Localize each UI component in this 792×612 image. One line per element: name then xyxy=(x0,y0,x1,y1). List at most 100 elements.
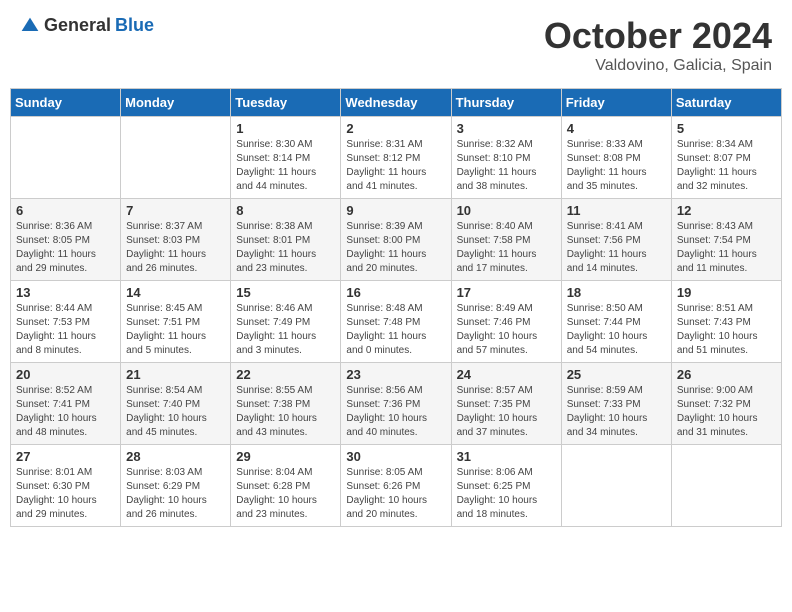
calendar-day-cell: 26 Sunrise: 9:00 AM Sunset: 7:32 PM Dayli… xyxy=(671,363,781,445)
weekday-header-friday: Friday xyxy=(561,89,671,117)
calendar-week-row: 13 Sunrise: 8:44 AM Sunset: 7:53 PM Dayli… xyxy=(11,281,782,363)
calendar-day-cell: 22Sunrise: 8:55 AM Sunset: 7:38 PM Dayli… xyxy=(231,363,341,445)
weekday-header-sunday: Sunday xyxy=(11,89,121,117)
day-number: 10 xyxy=(457,203,556,218)
day-info: Sunrise: 8:37 AM Sunset: 8:03 PM Dayligh… xyxy=(126,220,225,276)
calendar-week-row: 20 Sunrise: 8:52 AM Sunset: 7:41 PM Dayli… xyxy=(11,363,782,445)
calendar-day-cell: 24 Sunrise: 8:57 AM Sunset: 7:35 PM Dayli… xyxy=(451,363,561,445)
day-number: 28 xyxy=(126,449,225,464)
day-number: 7 xyxy=(126,203,225,218)
day-number: 15 xyxy=(236,285,335,300)
day-info: Sunrise: 8:56 AM Sunset: 7:36 PM Dayligh… xyxy=(346,384,445,440)
day-info: Sunrise: 8:06 AM Sunset: 6:25 PM Dayligh… xyxy=(457,466,556,522)
calendar-day-cell: 23Sunrise: 8:56 AM Sunset: 7:36 PM Dayli… xyxy=(341,363,451,445)
day-number: 25 xyxy=(567,367,666,382)
day-info: Sunrise: 9:00 AM Sunset: 7:32 PM Dayligh… xyxy=(677,384,776,440)
day-number: 14 xyxy=(126,285,225,300)
calendar-day-cell: 19 Sunrise: 8:51 AM Sunset: 7:43 PM Dayli… xyxy=(671,281,781,363)
calendar-week-row: 27Sunrise: 8:01 AM Sunset: 6:30 PM Dayli… xyxy=(11,445,782,527)
day-number: 11 xyxy=(567,203,666,218)
weekday-header-monday: Monday xyxy=(121,89,231,117)
weekday-header-tuesday: Tuesday xyxy=(231,89,341,117)
calendar-day-cell: 7 Sunrise: 8:37 AM Sunset: 8:03 PM Daylig… xyxy=(121,199,231,281)
day-number: 4 xyxy=(567,121,666,136)
day-number: 6 xyxy=(16,203,115,218)
calendar-day-cell: 3 Sunrise: 8:32 AM Sunset: 8:10 PM Daylig… xyxy=(451,117,561,199)
day-info: Sunrise: 8:03 AM Sunset: 6:29 PM Dayligh… xyxy=(126,466,225,522)
calendar-day-cell: 5 Sunrise: 8:34 AM Sunset: 8:07 PM Daylig… xyxy=(671,117,781,199)
calendar-day-cell xyxy=(561,445,671,527)
calendar-day-cell: 2Sunrise: 8:31 AM Sunset: 8:12 PM Daylig… xyxy=(341,117,451,199)
day-info: Sunrise: 8:38 AM Sunset: 8:01 PM Dayligh… xyxy=(236,220,335,276)
day-info: Sunrise: 8:04 AM Sunset: 6:28 PM Dayligh… xyxy=(236,466,335,522)
calendar-day-cell: 28 Sunrise: 8:03 AM Sunset: 6:29 PM Dayli… xyxy=(121,445,231,527)
day-info: Sunrise: 8:41 AM Sunset: 7:56 PM Dayligh… xyxy=(567,220,666,276)
calendar-location: Valdovino, Galicia, Spain xyxy=(544,57,772,75)
day-number: 30 xyxy=(346,449,445,464)
calendar-day-cell: 18Sunrise: 8:50 AM Sunset: 7:44 PM Dayli… xyxy=(561,281,671,363)
day-info: Sunrise: 8:43 AM Sunset: 7:54 PM Dayligh… xyxy=(677,220,776,276)
calendar-week-row: 6 Sunrise: 8:36 AM Sunset: 8:05 PM Daylig… xyxy=(11,199,782,281)
calendar-day-cell: 10 Sunrise: 8:40 AM Sunset: 7:58 PM Dayli… xyxy=(451,199,561,281)
calendar-week-row: 1 Sunrise: 8:30 AM Sunset: 8:14 PM Daylig… xyxy=(11,117,782,199)
calendar-day-cell: 13 Sunrise: 8:44 AM Sunset: 7:53 PM Dayli… xyxy=(11,281,121,363)
day-number: 21 xyxy=(126,367,225,382)
day-info: Sunrise: 8:57 AM Sunset: 7:35 PM Dayligh… xyxy=(457,384,556,440)
day-number: 24 xyxy=(457,367,556,382)
calendar-day-cell: 16Sunrise: 8:48 AM Sunset: 7:48 PM Dayli… xyxy=(341,281,451,363)
calendar-table: SundayMondayTuesdayWednesdayThursdayFrid… xyxy=(10,88,782,527)
logo-general: General xyxy=(44,15,111,36)
calendar-day-cell: 4 Sunrise: 8:33 AM Sunset: 8:08 PM Daylig… xyxy=(561,117,671,199)
day-number: 1 xyxy=(236,121,335,136)
day-number: 29 xyxy=(236,449,335,464)
day-info: Sunrise: 8:51 AM Sunset: 7:43 PM Dayligh… xyxy=(677,302,776,358)
weekday-header-thursday: Thursday xyxy=(451,89,561,117)
logo-icon xyxy=(20,16,40,36)
calendar-day-cell xyxy=(121,117,231,199)
day-info: Sunrise: 8:50 AM Sunset: 7:44 PM Dayligh… xyxy=(567,302,666,358)
calendar-day-cell: 20 Sunrise: 8:52 AM Sunset: 7:41 PM Dayli… xyxy=(11,363,121,445)
day-number: 22 xyxy=(236,367,335,382)
day-number: 2 xyxy=(346,121,445,136)
day-number: 20 xyxy=(16,367,115,382)
day-info: Sunrise: 8:30 AM Sunset: 8:14 PM Dayligh… xyxy=(236,138,335,194)
calendar-day-cell xyxy=(671,445,781,527)
day-number: 13 xyxy=(16,285,115,300)
calendar-day-cell xyxy=(11,117,121,199)
day-number: 8 xyxy=(236,203,335,218)
calendar-day-cell: 17Sunrise: 8:49 AM Sunset: 7:46 PM Dayli… xyxy=(451,281,561,363)
day-info: Sunrise: 8:36 AM Sunset: 8:05 PM Dayligh… xyxy=(16,220,115,276)
calendar-day-cell: 8 Sunrise: 8:38 AM Sunset: 8:01 PM Daylig… xyxy=(231,199,341,281)
day-number: 31 xyxy=(457,449,556,464)
day-info: Sunrise: 8:01 AM Sunset: 6:30 PM Dayligh… xyxy=(16,466,115,522)
day-info: Sunrise: 8:59 AM Sunset: 7:33 PM Dayligh… xyxy=(567,384,666,440)
day-number: 9 xyxy=(346,203,445,218)
calendar-day-cell: 21Sunrise: 8:54 AM Sunset: 7:40 PM Dayli… xyxy=(121,363,231,445)
calendar-day-cell: 31 Sunrise: 8:06 AM Sunset: 6:25 PM Dayli… xyxy=(451,445,561,527)
day-number: 5 xyxy=(677,121,776,136)
day-info: Sunrise: 8:45 AM Sunset: 7:51 PM Dayligh… xyxy=(126,302,225,358)
calendar-day-cell: 11 Sunrise: 8:41 AM Sunset: 7:56 PM Dayli… xyxy=(561,199,671,281)
calendar-day-cell: 9 Sunrise: 8:39 AM Sunset: 8:00 PM Daylig… xyxy=(341,199,451,281)
day-number: 12 xyxy=(677,203,776,218)
day-number: 19 xyxy=(677,285,776,300)
calendar-day-cell: 12 Sunrise: 8:43 AM Sunset: 7:54 PM Dayli… xyxy=(671,199,781,281)
logo: GeneralBlue xyxy=(20,15,154,36)
calendar-day-cell: 25 Sunrise: 8:59 AM Sunset: 7:33 PM Dayli… xyxy=(561,363,671,445)
calendar-day-cell: 1 Sunrise: 8:30 AM Sunset: 8:14 PM Daylig… xyxy=(231,117,341,199)
day-number: 26 xyxy=(677,367,776,382)
day-info: Sunrise: 8:33 AM Sunset: 8:08 PM Dayligh… xyxy=(567,138,666,194)
day-info: Sunrise: 8:40 AM Sunset: 7:58 PM Dayligh… xyxy=(457,220,556,276)
calendar-day-cell: 30Sunrise: 8:05 AM Sunset: 6:26 PM Dayli… xyxy=(341,445,451,527)
calendar-title: October 2024 xyxy=(544,15,772,57)
day-info: Sunrise: 8:32 AM Sunset: 8:10 PM Dayligh… xyxy=(457,138,556,194)
title-block: October 2024 Valdovino, Galicia, Spain xyxy=(544,15,772,75)
day-number: 16 xyxy=(346,285,445,300)
day-info: Sunrise: 8:52 AM Sunset: 7:41 PM Dayligh… xyxy=(16,384,115,440)
day-number: 3 xyxy=(457,121,556,136)
day-info: Sunrise: 8:39 AM Sunset: 8:00 PM Dayligh… xyxy=(346,220,445,276)
page-header: GeneralBlue October 2024 Valdovino, Gali… xyxy=(10,10,782,80)
day-info: Sunrise: 8:34 AM Sunset: 8:07 PM Dayligh… xyxy=(677,138,776,194)
day-info: Sunrise: 8:44 AM Sunset: 7:53 PM Dayligh… xyxy=(16,302,115,358)
calendar-day-cell: 27Sunrise: 8:01 AM Sunset: 6:30 PM Dayli… xyxy=(11,445,121,527)
